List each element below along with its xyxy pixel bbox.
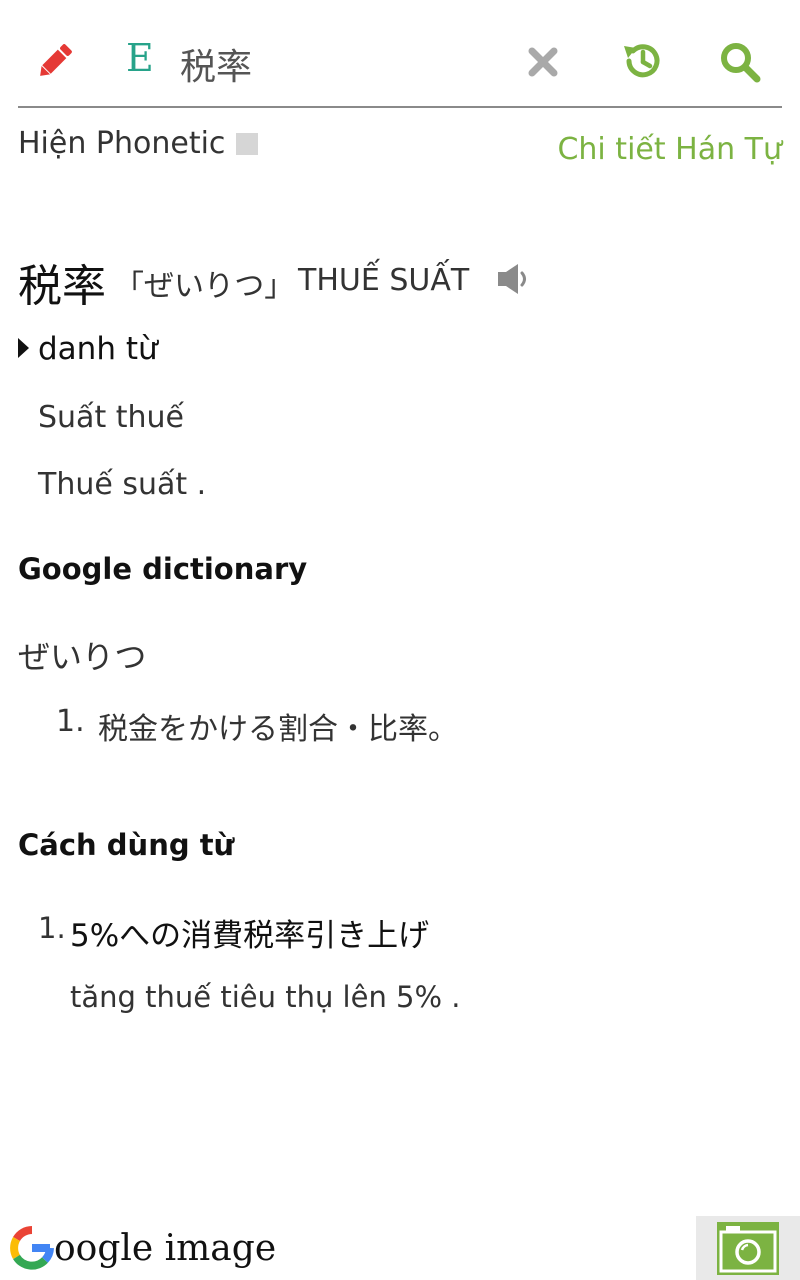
- show-phonetic-checkbox[interactable]: [236, 133, 258, 155]
- definition-text: 税金をかける割合・比率。: [98, 712, 458, 747]
- kanji-detail-link[interactable]: Chi tiết Hán Tự: [557, 132, 782, 167]
- entry-reading: 「ぜいりつ」: [114, 269, 295, 304]
- meaning-item: Thuế suất .: [38, 467, 207, 502]
- toolbar: E 税率: [0, 0, 800, 108]
- google-dictionary-reading: ぜいりつ: [18, 638, 147, 676]
- google-g-icon[interactable]: [8, 1224, 56, 1272]
- search-icon[interactable]: [718, 40, 762, 84]
- close-icon[interactable]: [528, 47, 558, 77]
- definition-number: 1.: [56, 704, 85, 739]
- show-phonetic-label[interactable]: Hiện Phonetic: [18, 126, 225, 161]
- example-vietnamese: tăng thuế tiêu thụ lên 5% .: [70, 980, 461, 1014]
- language-badge[interactable]: E: [126, 36, 154, 80]
- example-japanese: 5%への消費税率引き上げ: [70, 918, 430, 954]
- google-image-label[interactable]: oogle image: [54, 1228, 276, 1269]
- pencil-icon[interactable]: [34, 40, 76, 82]
- camera-button[interactable]: [696, 1216, 800, 1280]
- history-icon[interactable]: [620, 40, 664, 82]
- expand-arrow-icon[interactable]: [18, 338, 29, 358]
- search-query[interactable]: 税率: [180, 38, 252, 90]
- example-number: 1.: [38, 911, 66, 945]
- speaker-icon[interactable]: [496, 262, 532, 296]
- part-of-speech: danh từ: [38, 331, 158, 367]
- toolbar-divider: [18, 106, 782, 108]
- usage-title: Cách dùng từ: [18, 828, 235, 862]
- google-dictionary-title: Google dictionary: [18, 552, 308, 586]
- entry-hanviet: THUẾ SUẤT: [298, 263, 470, 298]
- entry-word: 税率: [18, 261, 106, 312]
- camera-icon[interactable]: [716, 1220, 780, 1276]
- meaning-item: Suất thuế: [38, 400, 184, 435]
